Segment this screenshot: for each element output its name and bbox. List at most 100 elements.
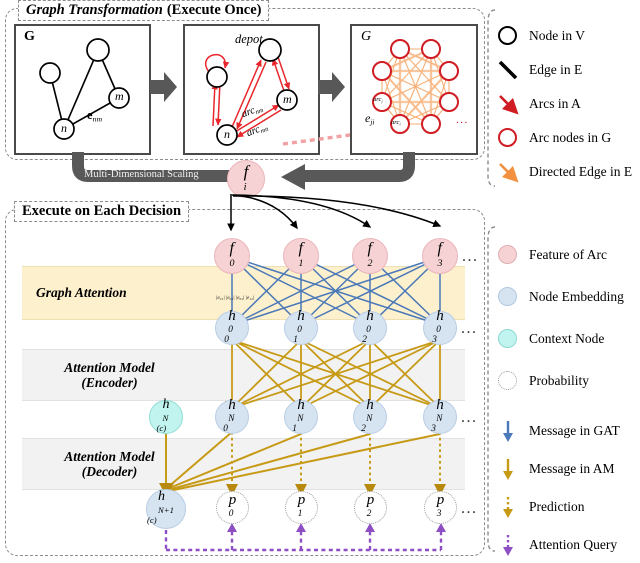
legend-text-5: Feature of Arc <box>529 247 607 262</box>
legend-text-1: Edge in E <box>529 62 583 77</box>
legend-item-prediction: Prediction <box>495 494 585 520</box>
transformed-graph-svg <box>372 39 459 134</box>
node-context-hN1: h N+1 (c) <box>146 489 186 529</box>
orange-arrow-icon <box>495 159 521 185</box>
legend-item-probability: Probability <box>495 368 589 394</box>
node-h0-3: h03 <box>423 308 457 345</box>
h02-base: h <box>366 307 374 324</box>
h03-sub: 3 <box>432 334 437 345</box>
section-title-italic: Graph Transformation <box>26 2 163 18</box>
hN2-base: h <box>366 396 374 413</box>
bottom-title-bold: Execute on Each Decision <box>22 203 182 219</box>
legend-text-8: Probability <box>529 373 589 388</box>
legend-text-11: Prediction <box>529 499 585 514</box>
ctxN-base: h <box>162 397 170 412</box>
h00-sub: 0 <box>224 334 229 345</box>
feature-distribution-arrows <box>227 194 442 232</box>
ctxN1-sub: (c) <box>147 515 157 525</box>
node-p2: p2 <box>354 491 387 524</box>
pink-filled-circle-icon <box>495 242 521 268</box>
node-h0-2: h02 <box>353 307 387 345</box>
legend-item-message-gat: Message in GAT <box>495 418 620 444</box>
h00-base: h <box>228 307 236 324</box>
ctxN-sub: (c) <box>156 423 167 433</box>
f0-sub: 0 <box>229 257 235 269</box>
arc-graph-node-n: n <box>224 127 230 141</box>
node-hN-3: hN3 <box>423 396 457 434</box>
legend-item-attention-query: Attention Query <box>495 532 617 558</box>
legend-text-0: Node in V <box>529 28 585 43</box>
legend-label-arc-nodes: Arc nodes in G <box>529 130 611 146</box>
panel-original-graph: G m n enm <box>14 24 151 155</box>
gat-edge-weights-label: |e₀₁| |e₀₂| |e₀₃| |e₁₂| <box>216 295 255 301</box>
node-p1: p1 <box>285 491 318 524</box>
h01-sub: 1 <box>293 334 298 345</box>
hN3-sub: 3 <box>431 423 436 434</box>
legend-item-directed-edge: Directed Edge in E <box>495 159 632 185</box>
hN0-sub: 0 <box>223 423 228 434</box>
legend-item-message-am: Message in AM <box>495 456 615 482</box>
node-h0-1: h01 <box>284 307 318 345</box>
legend-label-message-gat: Message in GAT <box>529 423 620 439</box>
legend-item-node-embedding: Node Embedding <box>495 284 624 310</box>
legend-item-node-in-v: Node in V <box>495 23 585 49</box>
hN1-base: h <box>297 396 305 413</box>
fi-sub: i <box>243 181 247 193</box>
legend-label-message-am: Message in AM <box>529 461 615 477</box>
legend-label-probability: Probability <box>529 373 589 389</box>
diagonal-line-black-icon <box>495 57 521 83</box>
legend-text-3: Arc nodes in G <box>529 130 612 145</box>
legend-left-rail-top <box>487 9 496 187</box>
legend-label-edge-in-e: Edge in E <box>529 62 582 78</box>
hN3-base: h <box>436 396 444 413</box>
node-p3: p3 <box>424 491 457 524</box>
edge-label-sub: nm <box>92 114 103 124</box>
f1-sub: 1 <box>298 257 304 269</box>
legend-label-node-in-v: Node in V <box>529 28 585 44</box>
node-hN-0: hN0 <box>215 397 249 434</box>
panel-transformed-graph: G arcj arci eji ... <box>350 24 478 155</box>
fi-base: f <box>243 161 249 181</box>
arc-j-node-label: arcj <box>373 96 383 103</box>
original-edge-label: enm <box>87 108 102 124</box>
encoder-label: Attention Model (Encoder) <box>64 359 155 390</box>
legend-label-prediction: Prediction <box>529 499 585 515</box>
transformed-graph-ellipsis: ... <box>456 114 469 126</box>
purple-dotted-down-arrow-icon <box>495 532 521 558</box>
legend-label-context-node: Context Node <box>529 331 604 347</box>
legend-text-4: Directed Edge in E <box>529 164 633 179</box>
p2-base: p <box>366 492 375 508</box>
original-node-m-label: m <box>115 89 124 103</box>
p0-base: p <box>228 492 237 508</box>
transform-arrow-1 <box>150 72 177 102</box>
node-f0: f0 <box>214 238 250 274</box>
graph-attention-label: Graph Attention <box>36 285 127 301</box>
legend-text-6: Node Embedding <box>529 289 624 304</box>
original-graph-svg <box>39 38 130 140</box>
f3-base: f <box>437 239 442 257</box>
node-p0: p0 <box>216 491 249 524</box>
blue-filled-circle-icon <box>495 284 521 310</box>
node-context-hN: h N (c) <box>149 397 183 434</box>
p3-sub: 3 <box>436 509 442 519</box>
legend-left-rail-bottom <box>487 226 496 552</box>
execute-each-decision-title: Execute on Each Decision <box>14 201 190 222</box>
hN1-sup: N <box>297 413 304 424</box>
arc-graph-depot-label: depot <box>235 32 263 46</box>
f2-sub: 2 <box>367 257 373 269</box>
legend-text-10: Message in AM <box>529 461 615 476</box>
h03-sup: 0 <box>436 324 441 335</box>
hN-row-ellipsis: ... <box>461 409 478 426</box>
legend-label-arcs-in-a: Arcs in A <box>529 96 581 112</box>
f3-sub: 3 <box>437 257 443 269</box>
transformed-edge-sub: ji <box>370 117 375 127</box>
gold-dotted-down-arrow-icon <box>495 494 521 520</box>
legend-text-2: Arcs in A <box>529 96 581 111</box>
ctxN1-base: h <box>158 489 165 504</box>
original-node-n-label: n <box>61 121 67 135</box>
diagram-root: Graph Transformation (Execute Once) G m … <box>0 0 640 561</box>
h0-row-ellipsis: ... <box>461 320 478 337</box>
h01-base: h <box>297 307 305 324</box>
cyan-filled-circle-icon <box>495 326 521 352</box>
features-row-ellipsis: ... <box>462 248 479 265</box>
